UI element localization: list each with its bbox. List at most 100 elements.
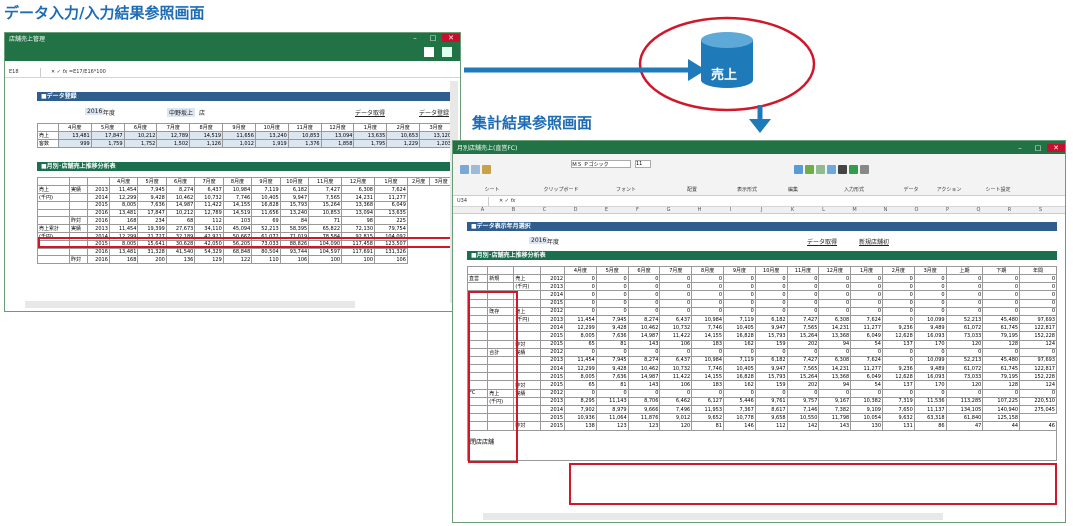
value-cell[interactable]: 14,519 (189, 131, 224, 140)
value-cell[interactable]: 1,752 (123, 139, 158, 148)
value-cell[interactable]: 1,919 (254, 139, 289, 148)
ribbon-group-label: フォント (615, 187, 636, 193)
value-cell: 0 (723, 273, 756, 284)
value-cell[interactable]: 10,653 (386, 131, 421, 140)
value-cell: 7,119 (251, 185, 281, 194)
input-icon[interactable] (816, 165, 825, 174)
value-cell[interactable]: 999 (57, 139, 92, 148)
minimize-button-2[interactable]: – (1011, 144, 1029, 152)
new-shop-button[interactable]: 新規店舗初 (859, 237, 889, 246)
value-cell[interactable]: 13,094 (320, 131, 355, 140)
column-header[interactable]: A (467, 207, 498, 213)
column-header[interactable]: F (622, 207, 653, 213)
formula-input[interactable]: ✕ ✓ fx =E17/E16*100 (41, 69, 106, 75)
maximize-button[interactable]: □ (424, 34, 442, 42)
paste-icon[interactable] (482, 165, 491, 174)
size-select[interactable]: 11 (635, 160, 651, 168)
format-icon[interactable] (794, 165, 803, 174)
data-icon[interactable] (838, 165, 847, 174)
row-label: (千円) (513, 282, 541, 292)
column-header[interactable]: B (498, 207, 529, 213)
column-header[interactable]: R (994, 207, 1025, 213)
value-cell: 9,632 (882, 413, 915, 423)
value-cell[interactable]: 13,481 (57, 131, 92, 140)
ribbon-group-label: 表示形式 (736, 187, 757, 193)
column-header[interactable]: P (932, 207, 963, 213)
column-header[interactable]: M (839, 207, 870, 213)
action-icon[interactable] (849, 165, 858, 174)
row-label: 2013 (539, 355, 566, 366)
maximize-button-2[interactable]: □ (1029, 144, 1047, 152)
month-header: 3月度 (913, 266, 947, 275)
column-header[interactable]: O (901, 207, 932, 213)
value-cell: 275,045 (1019, 404, 1057, 415)
value-cell[interactable]: 12,789 (156, 131, 191, 140)
column-header[interactable]: H (684, 207, 715, 213)
close-button[interactable]: ✕ (442, 34, 460, 42)
value-cell[interactable]: 1,502 (156, 139, 191, 148)
value-cell[interactable]: 1,376 (287, 139, 322, 148)
column-header[interactable]: C (529, 207, 560, 213)
value-cell: 137 (882, 380, 915, 390)
settings-icon[interactable] (860, 165, 869, 174)
sum-icon[interactable] (805, 165, 814, 174)
copy-icon[interactable] (471, 165, 480, 174)
value-cell[interactable]: 17,847 (90, 131, 125, 140)
column-header[interactable]: L (808, 207, 839, 213)
column-header[interactable]: D (560, 207, 591, 213)
value-cell[interactable]: 1,795 (353, 139, 388, 148)
month-header: 1月度 (353, 123, 388, 132)
font-select[interactable]: ＭＳ Ｐゴシック (571, 160, 631, 168)
export-icon[interactable] (442, 47, 452, 57)
print-icon[interactable] (424, 47, 434, 57)
value-cell: 9,947 (754, 323, 788, 333)
sheet-icon[interactable] (460, 165, 469, 174)
column-header[interactable]: K (777, 207, 808, 213)
calendar-icon[interactable] (827, 165, 836, 174)
value-cell: 0 (945, 298, 984, 308)
column-header[interactable]: E (591, 207, 622, 213)
value-cell[interactable]: 13,240 (254, 131, 289, 140)
row-label: 売上 (513, 273, 541, 284)
fetch-button-2[interactable]: データ取得 (807, 237, 837, 246)
value-cell[interactable]: 10,212 (123, 131, 158, 140)
year-input[interactable]: 2016 (85, 108, 105, 115)
value-cell: 120 (945, 380, 984, 390)
value-cell: 11,064 (595, 413, 629, 423)
cell-ref-2[interactable]: U34 (457, 196, 489, 206)
minimize-button[interactable]: – (406, 34, 424, 42)
formula-input-2[interactable]: ✕ ✓ fx (489, 198, 515, 204)
value-cell[interactable]: 1,229 (386, 139, 421, 148)
value-cell[interactable]: 1,858 (320, 139, 355, 148)
value-cell: 0 (627, 282, 661, 292)
column-header[interactable]: J (746, 207, 777, 213)
horizontal-scrollbar[interactable] (25, 301, 355, 308)
value-cell[interactable]: 1,203 (419, 139, 453, 148)
close-button-2[interactable]: ✕ (1047, 143, 1065, 152)
column-header[interactable]: G (653, 207, 684, 213)
column-header[interactable]: S (1025, 207, 1056, 213)
value-cell[interactable]: 11,656 (222, 131, 256, 140)
year-input-2[interactable]: 2016 (529, 237, 549, 244)
value-cell[interactable]: 13,635 (353, 131, 388, 140)
month-header: 12月度 (320, 123, 355, 132)
cell-ref[interactable]: E18 (9, 67, 41, 77)
value-cell[interactable]: 10,853 (287, 131, 322, 140)
value-cell[interactable]: 1,126 (189, 139, 224, 148)
value-cell[interactable]: 1,012 (222, 139, 256, 148)
value-cell: 0 (691, 273, 725, 284)
row-label: 2014 (539, 364, 566, 374)
value-cell: 0 (982, 273, 1021, 284)
value-cell[interactable]: 13,120 (419, 131, 453, 140)
column-header[interactable]: N (870, 207, 901, 213)
value-cell[interactable]: 1,759 (90, 139, 125, 148)
value-cell: 27,673 (165, 224, 196, 234)
column-header[interactable]: Q (963, 207, 994, 213)
value-cell: 81 (691, 421, 725, 431)
column-header[interactable]: I (715, 207, 746, 213)
value-cell: 0 (691, 298, 725, 308)
horizontal-scrollbar-2[interactable] (483, 513, 943, 520)
shop-input[interactable]: 中野坂上 (167, 108, 196, 117)
fetch-button[interactable]: データ取得 (355, 108, 385, 117)
register-button[interactable]: データ登録 (419, 108, 449, 117)
